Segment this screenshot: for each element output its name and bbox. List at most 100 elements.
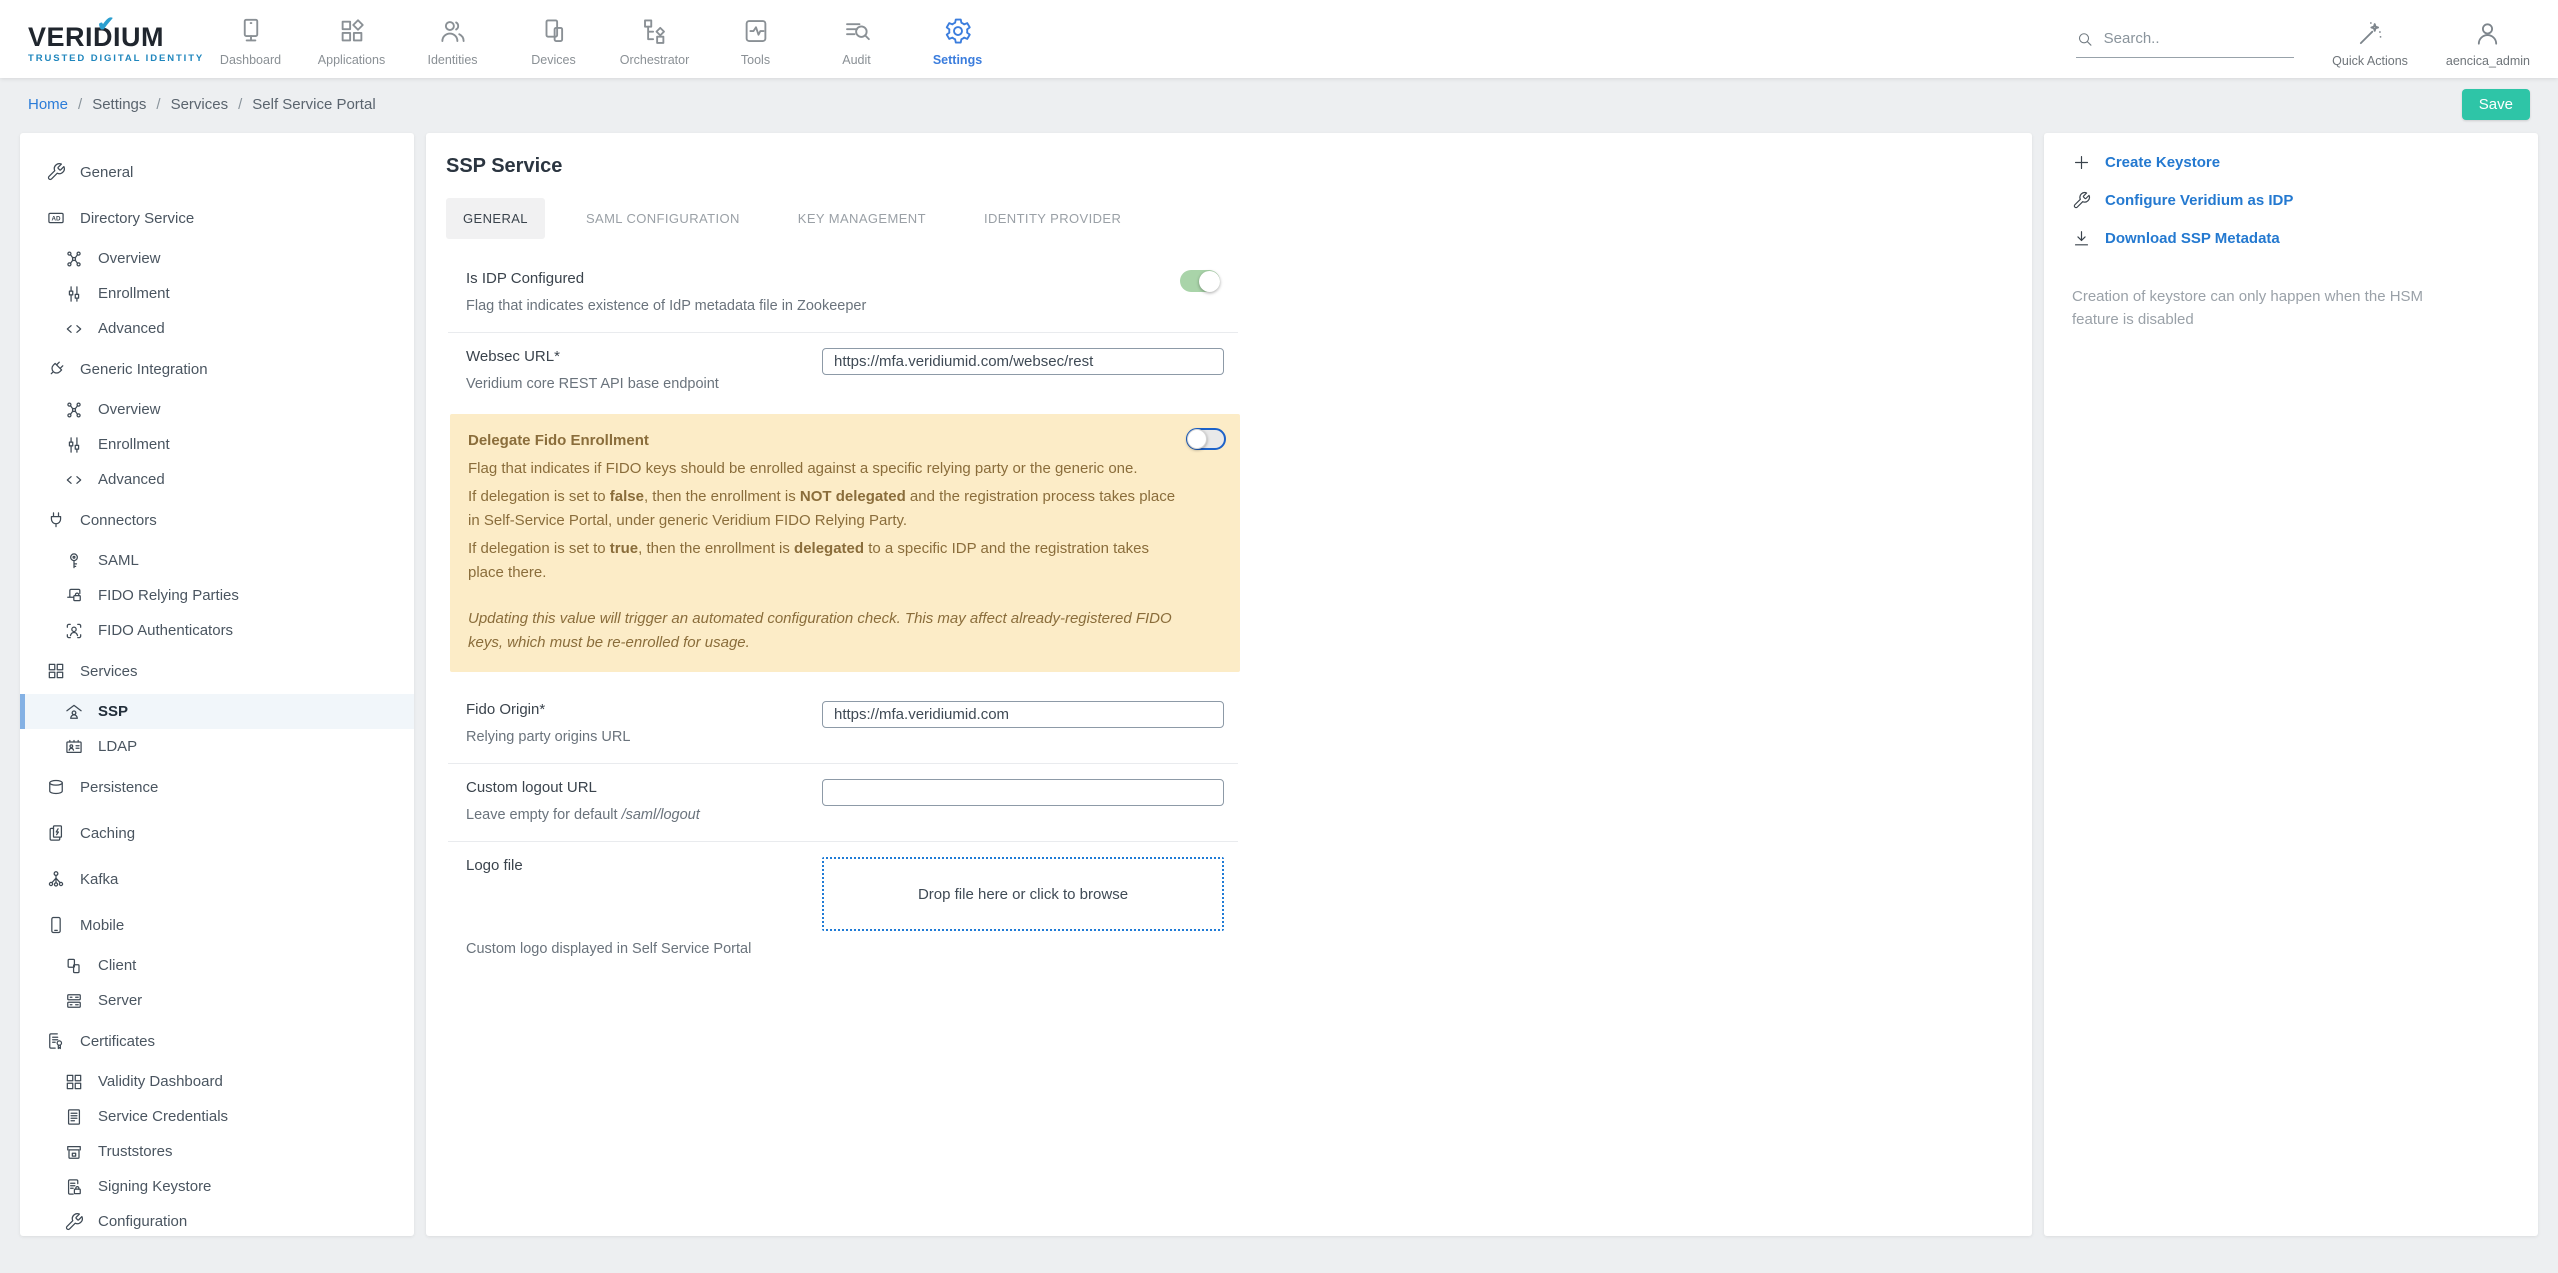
dashboard-icon <box>236 16 266 46</box>
code-icon <box>64 470 84 490</box>
sidebar-item-service-credentials[interactable]: Service Credentials <box>20 1099 414 1134</box>
nav-item-identities[interactable]: Identities <box>402 12 503 67</box>
nav-item-devices[interactable]: Devices <box>503 12 604 67</box>
sidebar-item-persistence[interactable]: Persistence <box>20 764 414 810</box>
action-label: Download SSP Metadata <box>2105 230 2280 247</box>
tab-general[interactable]: GENERAL <box>446 198 545 239</box>
certificate-icon <box>46 1031 66 1051</box>
nav-item-label: Orchestrator <box>620 53 689 67</box>
device-lock-icon <box>64 586 84 606</box>
sidebar-item-services[interactable]: Services <box>20 648 414 694</box>
search-input[interactable] <box>2104 30 2295 47</box>
nav-item-label: Tools <box>741 53 770 67</box>
tab-bar: GENERAL SAML CONFIGURATION KEY MANAGEMENT I… <box>446 198 2012 239</box>
logo-file-dropzone[interactable]: Drop file here or click to browse <box>822 857 1224 931</box>
tab-saml-configuration[interactable]: SAML CONFIGURATION <box>569 198 757 239</box>
sidebar-item-mobile[interactable]: Mobile <box>20 902 414 948</box>
sidebar-item-label: Advanced <box>98 321 165 336</box>
fido-origin-input[interactable] <box>822 701 1224 728</box>
magic-wand-icon <box>2356 19 2385 48</box>
sidebar-item-advanced[interactable]: Advanced <box>20 311 414 346</box>
nodes-icon <box>64 249 84 269</box>
sidebar-item-caching[interactable]: Caching <box>20 810 414 856</box>
sidebar-item-client[interactable]: Client <box>20 948 414 983</box>
delegate-fido-paragraph: Flag that indicates if FIDO keys should … <box>468 457 1180 481</box>
grid-icon <box>64 1072 84 1092</box>
sidebar-item-signing-keystore[interactable]: Signing Keystore <box>20 1169 414 1204</box>
toggle-knob <box>1199 271 1220 292</box>
sidebar-item-validity-dashboard[interactable]: Validity Dashboard <box>20 1064 414 1099</box>
sidebar-item-configuration[interactable]: Configuration <box>20 1204 414 1236</box>
action-create-keystore[interactable]: Create Keystore <box>2072 153 2510 172</box>
sidebar-item-label: Advanced <box>98 472 165 487</box>
action-configure-veridium-as-idp[interactable]: Configure Veridium as IDP <box>2072 191 2510 210</box>
sidebar-item-saml[interactable]: SAML <box>20 543 414 578</box>
sidebar-item-kafka[interactable]: Kafka <box>20 856 414 902</box>
sidebar-item-ssp[interactable]: SSP <box>20 694 414 729</box>
sidebar-item-server[interactable]: Server <box>20 983 414 1018</box>
top-navbar: VERIDIUM ✔ TRUSTED DIGITAL IDENTITY Dash… <box>0 0 2558 78</box>
sidebar-item-ldap[interactable]: LDAP <box>20 729 414 764</box>
devices-icon <box>539 16 569 46</box>
ssp-service-panel: SSP Service GENERALSAML CONFIGURATIONKEY… <box>426 133 2032 1236</box>
action-label: Create Keystore <box>2105 154 2220 171</box>
custom-logout-url-row: Custom logout URL Leave empty for defaul… <box>448 764 1238 842</box>
user-icon <box>2473 19 2502 48</box>
fido-origin-description: Relying party origins URL <box>466 727 822 748</box>
tab-identity-provider[interactable]: IDENTITY PROVIDER <box>967 198 1138 239</box>
svg-text:AD: AD <box>51 216 61 223</box>
save-button[interactable]: Save <box>2462 89 2530 120</box>
sidebar-item-advanced[interactable]: Advanced <box>20 462 414 497</box>
is-idp-configured-label: Is IDP Configured <box>466 270 1180 287</box>
settings-sidebar: GeneralADDirectory ServiceOverviewEnroll… <box>20 133 414 1236</box>
plug-icon <box>46 510 66 530</box>
nav-item-label: Audit <box>842 53 871 67</box>
sidebar-item-overview[interactable]: Overview <box>20 392 414 427</box>
sidebar-item-general[interactable]: General <box>20 149 414 195</box>
websec-url-input[interactable] <box>822 348 1224 375</box>
delegate-fido-toggle[interactable] <box>1186 428 1226 450</box>
nav-item-tools[interactable]: Tools <box>705 12 806 67</box>
quick-actions-label: Quick Actions <box>2332 54 2408 68</box>
home-user-icon <box>64 702 84 722</box>
sidebar-item-enrollment[interactable]: Enrollment <box>20 276 414 311</box>
user-menu[interactable]: aencica_admin <box>2446 11 2530 68</box>
sidebar-item-certificates[interactable]: Certificates <box>20 1018 414 1064</box>
breadcrumb-item-settings: Settings <box>92 96 146 113</box>
nav-item-orchestrator[interactable]: Orchestrator <box>604 12 705 67</box>
sidebar-item-label: FIDO Authenticators <box>98 623 233 638</box>
sidebar-item-directory-service[interactable]: ADDirectory Service <box>20 195 414 241</box>
sidebar-item-label: Overview <box>98 402 161 417</box>
sidebar-item-overview[interactable]: Overview <box>20 241 414 276</box>
sidebar-item-enrollment[interactable]: Enrollment <box>20 427 414 462</box>
fido-origin-row: Fido Origin* Relying party origins URL <box>448 686 1238 764</box>
sidebar-item-label: Certificates <box>80 1034 155 1049</box>
websec-url-row: Websec URL* Veridium core REST API base … <box>448 333 1238 410</box>
websec-url-description: Veridium core REST API base endpoint <box>466 374 822 395</box>
sidebar-item-connectors[interactable]: Connectors <box>20 497 414 543</box>
sidebar-item-generic-integration[interactable]: Generic Integration <box>20 346 414 392</box>
custom-logout-url-input[interactable] <box>822 779 1224 806</box>
logo-file-row: Logo file Drop file here or click to bro… <box>448 842 1238 931</box>
is-idp-configured-toggle[interactable] <box>1180 270 1220 292</box>
sidebar-item-label: Client <box>98 958 136 973</box>
veridium-logo[interactable]: VERIDIUM ✔ TRUSTED DIGITAL IDENTITY <box>28 14 178 64</box>
delegate-fido-note: Updating this value will trigger an auto… <box>468 607 1180 655</box>
identities-icon <box>438 16 468 46</box>
breadcrumb-item-home[interactable]: Home <box>28 96 68 113</box>
quick-actions-button[interactable]: Quick Actions <box>2332 11 2408 68</box>
nav-item-applications[interactable]: Applications <box>301 12 402 67</box>
action-download-ssp-metadata[interactable]: Download SSP Metadata <box>2072 229 2510 248</box>
sidebar-item-truststores[interactable]: Truststores <box>20 1134 414 1169</box>
sidebar-item-fido-relying-parties[interactable]: FIDO Relying Parties <box>20 578 414 613</box>
sidebar-item-fido-authenticators[interactable]: FIDO Authenticators <box>20 613 414 648</box>
sidebar-item-label: Services <box>80 664 138 679</box>
primary-nav: DashboardApplicationsIdentitiesDevices Or… <box>200 12 1008 67</box>
tab-key-management[interactable]: KEY MANAGEMENT <box>781 198 943 239</box>
brand-tagline: TRUSTED DIGITAL IDENTITY <box>28 53 178 64</box>
sidebar-item-label: Truststores <box>98 1144 172 1159</box>
panel-actions: Create Keystore Configure Veridium as IDP… <box>2072 153 2510 248</box>
nav-item-dashboard[interactable]: Dashboard <box>200 12 301 67</box>
nav-item-audit[interactable]: Audit <box>806 12 907 67</box>
nav-item-settings[interactable]: Settings <box>907 12 1008 67</box>
